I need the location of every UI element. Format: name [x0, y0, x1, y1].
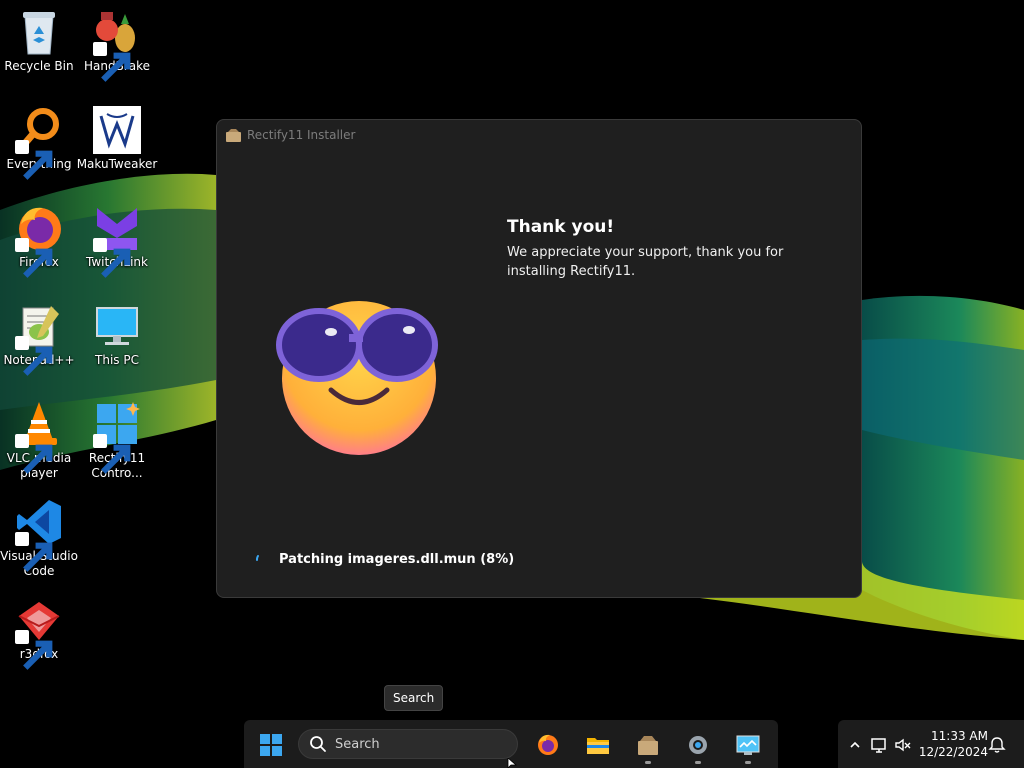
makutweaker-icon: [93, 106, 141, 154]
notepadpp-icon: [15, 302, 63, 376]
file-explorer-icon: [587, 738, 609, 754]
start-icon: [260, 734, 282, 756]
handbrake-icon: [93, 8, 141, 82]
vlc-icon: [15, 400, 63, 474]
rectify11-control-icon: [93, 400, 141, 474]
taskbar-search-box[interactable]: [298, 729, 518, 759]
shortcut-arrow-icon: [15, 532, 53, 572]
volume-muted-icon[interactable]: [894, 736, 912, 754]
desktop-icon-label: This PC: [95, 353, 139, 367]
recycle-bin-icon: [15, 8, 63, 56]
desktop-icon-firefox[interactable]: Firefox: [0, 204, 78, 278]
shortcut-arrow-icon: [15, 238, 53, 278]
firefox-icon: [538, 734, 558, 755]
desktop-icon-notepadpp[interactable]: Notepad++: [0, 302, 78, 376]
search-tooltip: Search: [384, 685, 444, 711]
desktop-icon-label: Recycle Bin: [4, 59, 74, 73]
shortcut-arrow-icon: [93, 434, 131, 474]
desktop-icon-label: MakuTweaker: [76, 157, 158, 171]
everything-icon: [15, 106, 63, 180]
shortcut-arrow-icon: [93, 238, 131, 278]
window-title: Rectify11 Installer: [247, 128, 356, 142]
search-icon: [310, 736, 326, 752]
clock-date: 12/22/2024: [918, 745, 988, 759]
window-titlebar[interactable]: Rectify11 Installer: [217, 120, 861, 150]
desktop-icon-makutweaker[interactable]: MakuTweaker: [76, 106, 158, 172]
r3dfox-icon: [15, 596, 63, 670]
shortcut-arrow-icon: [15, 434, 53, 474]
system-tray: 11:33 AM 12/22/2024: [838, 720, 1024, 768]
vscode-icon: [15, 498, 63, 572]
settings-icon: [689, 736, 707, 754]
shortcut-arrow-icon: [15, 336, 53, 376]
firefox-icon: [15, 204, 63, 278]
taskbar-firefox-button[interactable]: [531, 728, 565, 762]
taskbar-file-explorer-button[interactable]: [581, 728, 615, 762]
sunglasses-smiley-icon: [276, 301, 438, 455]
shortcut-arrow-icon: [15, 140, 53, 180]
installer-window[interactable]: Rectify11 Installer Thank you! We apprec…: [216, 119, 862, 598]
taskbar-control-panel-button[interactable]: [731, 728, 765, 764]
desktop-icon-r3dfox[interactable]: r3dfox: [0, 596, 78, 670]
shortcut-arrow-icon: [93, 42, 131, 82]
progress-status: Patching imageres.dll.mun (8%): [255, 552, 514, 567]
taskbar-installer-button[interactable]: [631, 728, 665, 764]
thank-you-message: We appreciate your support, thank you fo…: [507, 245, 784, 279]
desktop-icon-this-pc[interactable]: This PC: [78, 302, 156, 368]
desktop-icon-handbrake[interactable]: HandBrake: [78, 8, 156, 82]
desktop-icon-vlc[interactable]: VLC media player: [0, 400, 78, 481]
this-pc-icon: [93, 302, 141, 350]
shortcut-arrow-icon: [15, 630, 53, 670]
mouse-cursor-icon: [507, 758, 517, 768]
network-icon[interactable]: [870, 736, 888, 754]
control-panel-icon: [736, 735, 760, 755]
desktop-icon-twitchlink[interactable]: TwitchLink: [78, 204, 156, 278]
desktop-icon-everything[interactable]: Everything: [0, 106, 78, 180]
desktop-icon-rectify11-control[interactable]: Rectify11 Contro...: [78, 400, 156, 481]
running-indicator: [645, 761, 651, 764]
chevron-up-icon[interactable]: [846, 736, 864, 754]
search-input[interactable]: [335, 736, 505, 752]
loading-spinner-icon: [255, 554, 259, 561]
running-indicator: [695, 761, 701, 764]
start-button[interactable]: [254, 728, 288, 762]
rectify11-installer-icon: [226, 128, 241, 142]
desktop-icon-recycle-bin[interactable]: Recycle Bin: [0, 8, 78, 74]
rectify11-installer-icon: [638, 736, 658, 755]
running-indicator: [745, 761, 751, 764]
desktop-icon-vscode[interactable]: Visual Studio Code: [0, 498, 78, 579]
twitchlink-icon: [93, 204, 141, 278]
notification-bell-icon[interactable]: [988, 736, 1006, 754]
taskbar-clock[interactable]: 11:33 AM 12/22/2024: [916, 728, 988, 760]
taskbar-settings-button[interactable]: [681, 728, 715, 764]
progress-status-text: Patching imageres.dll.mun (8%): [279, 552, 515, 567]
thank-you-heading: Thank you!: [507, 217, 615, 237]
clock-time: 11:33 AM: [931, 729, 988, 743]
